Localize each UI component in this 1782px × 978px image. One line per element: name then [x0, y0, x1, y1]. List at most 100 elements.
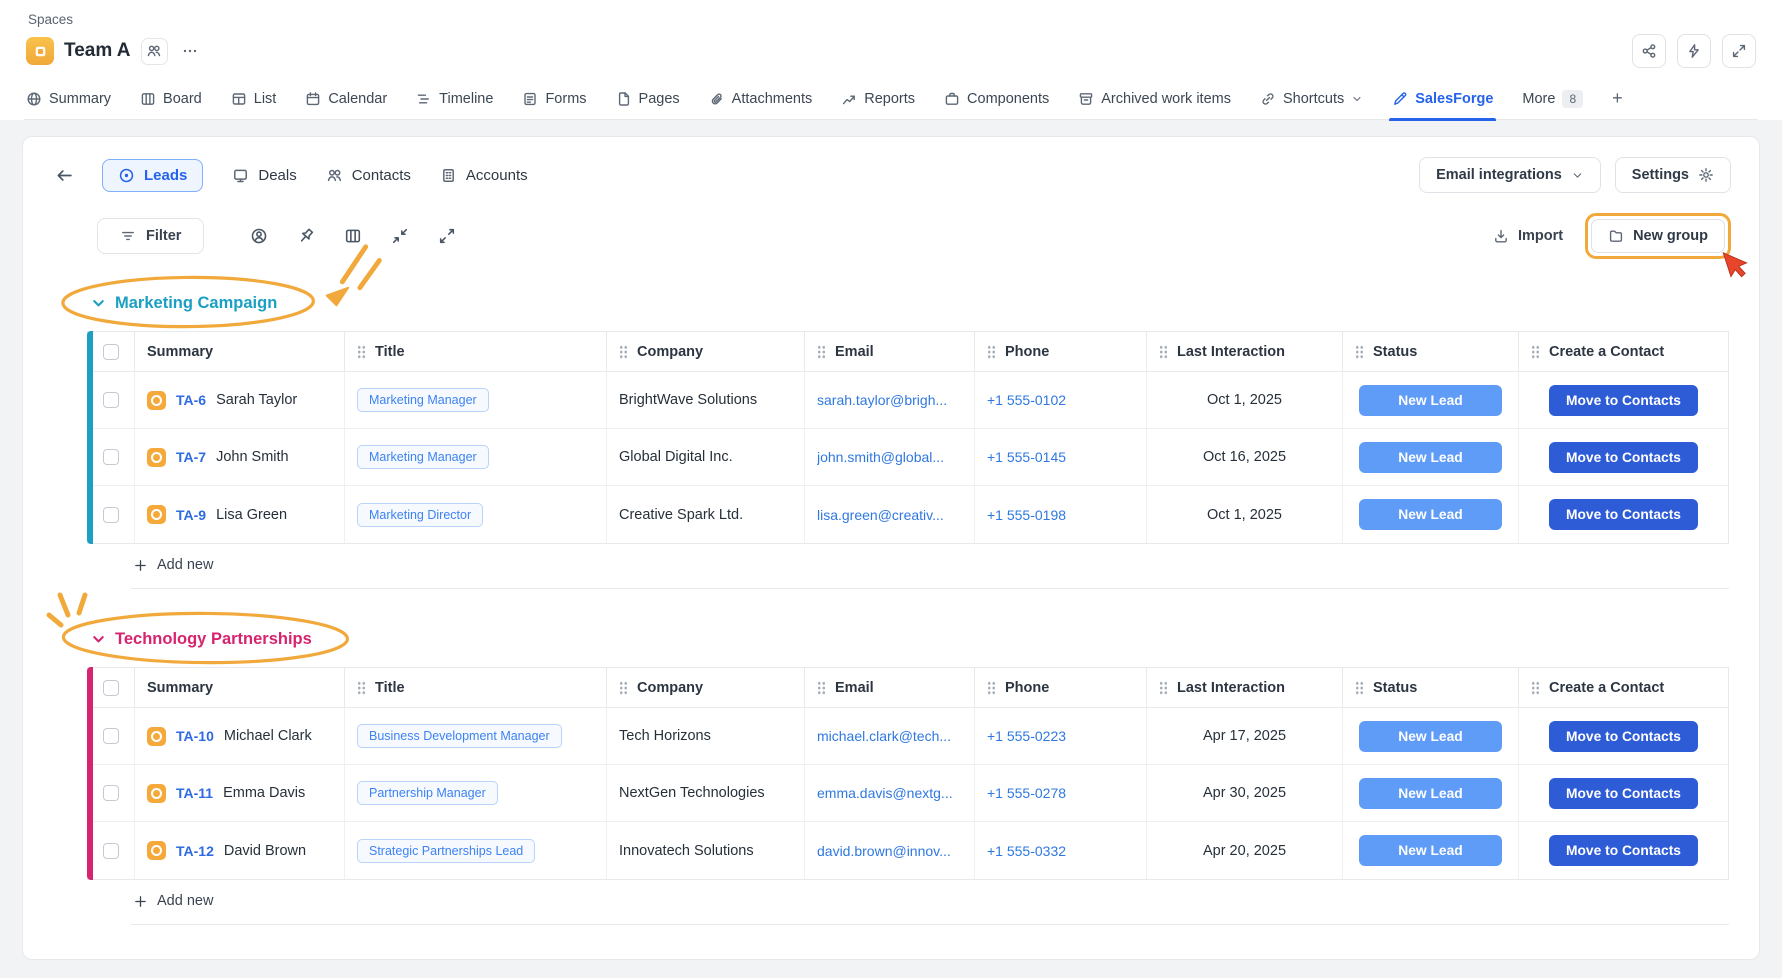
select-all-checkbox[interactable] — [103, 344, 119, 360]
tab-components[interactable]: Components — [944, 78, 1049, 120]
expand-view-button[interactable] — [436, 225, 458, 247]
new-group-button[interactable]: New group — [1591, 219, 1725, 253]
move-to-contacts-button[interactable]: Move to Contacts — [1549, 835, 1698, 866]
drag-handle-icon[interactable] — [357, 345, 366, 359]
new-lead-status-button[interactable]: New Lead — [1359, 385, 1502, 416]
crm-tab-deals[interactable]: Deals — [232, 167, 296, 184]
move-to-contacts-button[interactable]: Move to Contacts — [1549, 778, 1698, 809]
row-checkbox[interactable] — [103, 728, 119, 744]
phone-link[interactable]: +1 555-0332 — [987, 843, 1066, 859]
group-header[interactable]: Technology Partnerships — [87, 619, 322, 659]
column-header-summary[interactable]: Summary — [147, 680, 213, 696]
pin-button[interactable] — [295, 225, 317, 247]
back-button[interactable] — [51, 162, 78, 189]
email-integrations-button[interactable]: Email integrations — [1419, 157, 1601, 193]
column-header-summary[interactable]: Summary — [147, 344, 213, 360]
drag-handle-icon[interactable] — [357, 681, 366, 695]
add-new-button[interactable]: Add new — [131, 880, 1729, 925]
task-id[interactable]: TA-12 — [176, 843, 214, 859]
email-link[interactable]: michael.clark@tech... — [817, 728, 951, 744]
add-view-button[interactable]: + — [1612, 78, 1623, 120]
lead-name[interactable]: Lisa Green — [216, 507, 287, 523]
move-to-contacts-button[interactable]: Move to Contacts — [1549, 499, 1698, 530]
column-header-title[interactable]: Title — [375, 680, 405, 696]
phone-link[interactable]: +1 555-0223 — [987, 728, 1066, 744]
move-to-contacts-button[interactable]: Move to Contacts — [1549, 721, 1698, 752]
filter-button[interactable]: Filter — [97, 218, 204, 254]
task-id[interactable]: TA-10 — [176, 728, 214, 744]
row-checkbox[interactable] — [103, 392, 119, 408]
settings-button[interactable]: Settings — [1615, 157, 1731, 193]
email-link[interactable]: john.smith@global... — [817, 449, 944, 465]
new-lead-status-button[interactable]: New Lead — [1359, 499, 1502, 530]
drag-handle-icon[interactable] — [1531, 681, 1540, 695]
company-cell[interactable]: Tech Horizons — [606, 708, 804, 764]
row-checkbox[interactable] — [103, 507, 119, 523]
column-header-email[interactable]: Email — [835, 344, 874, 360]
tab-timeline[interactable]: Timeline — [416, 78, 493, 120]
email-link[interactable]: david.brown@innov... — [817, 843, 951, 859]
email-link[interactable]: emma.davis@nextg... — [817, 785, 953, 801]
drag-handle-icon[interactable] — [817, 681, 826, 695]
crm-tab-accounts[interactable]: Accounts — [440, 167, 528, 184]
new-lead-status-button[interactable]: New Lead — [1359, 721, 1502, 752]
tab-list[interactable]: List — [231, 78, 277, 120]
title-badge[interactable]: Marketing Manager — [357, 445, 489, 469]
email-link[interactable]: sarah.taylor@brigh... — [817, 392, 947, 408]
drag-handle-icon[interactable] — [1159, 345, 1168, 359]
lead-name[interactable]: David Brown — [224, 843, 306, 859]
email-link[interactable]: lisa.green@creativ... — [817, 507, 944, 523]
tab-pages[interactable]: Pages — [616, 78, 680, 120]
company-cell[interactable]: Innovatech Solutions — [606, 822, 804, 879]
drag-handle-icon[interactable] — [817, 345, 826, 359]
title-badge[interactable]: Strategic Partnerships Lead — [357, 839, 535, 863]
breadcrumb[interactable]: Spaces — [24, 10, 77, 34]
more-options-button[interactable] — [178, 39, 202, 63]
members-button[interactable] — [141, 38, 168, 65]
company-cell[interactable]: Global Digital Inc. — [606, 429, 804, 485]
task-id[interactable]: TA-11 — [176, 785, 213, 801]
lead-name[interactable]: John Smith — [216, 449, 289, 465]
tab-archived-work-items[interactable]: Archived work items — [1078, 78, 1231, 120]
task-id[interactable]: TA-6 — [176, 392, 206, 408]
columns-button[interactable] — [342, 225, 364, 247]
title-badge[interactable]: Partnership Manager — [357, 781, 498, 805]
drag-handle-icon[interactable] — [1159, 681, 1168, 695]
row-checkbox[interactable] — [103, 843, 119, 859]
new-lead-status-button[interactable]: New Lead — [1359, 835, 1502, 866]
lead-name[interactable]: Emma Davis — [223, 785, 305, 801]
drag-handle-icon[interactable] — [1355, 681, 1364, 695]
column-header-status[interactable]: Status — [1373, 680, 1417, 696]
me-mode-button[interactable] — [248, 225, 270, 247]
select-all-checkbox[interactable] — [103, 680, 119, 696]
tab-more[interactable]: More 8 — [1522, 78, 1583, 120]
new-lead-status-button[interactable]: New Lead — [1359, 778, 1502, 809]
column-header-create-a-contact[interactable]: Create a Contact — [1549, 344, 1664, 360]
tab-shortcuts[interactable]: Shortcuts — [1260, 78, 1363, 120]
phone-link[interactable]: +1 555-0102 — [987, 392, 1066, 408]
task-id[interactable]: TA-7 — [176, 449, 206, 465]
tab-attachments[interactable]: Attachments — [709, 78, 813, 120]
import-button[interactable]: Import — [1493, 228, 1563, 244]
row-checkbox[interactable] — [103, 785, 119, 801]
column-header-company[interactable]: Company — [637, 344, 703, 360]
title-badge[interactable]: Marketing Director — [357, 503, 483, 527]
drag-handle-icon[interactable] — [619, 681, 628, 695]
column-header-phone[interactable]: Phone — [1005, 344, 1049, 360]
column-header-title[interactable]: Title — [375, 344, 405, 360]
tab-forms[interactable]: Forms — [522, 78, 586, 120]
group-header[interactable]: Marketing Campaign — [87, 283, 287, 323]
drag-handle-icon[interactable] — [987, 681, 996, 695]
drag-handle-icon[interactable] — [1355, 345, 1364, 359]
fullscreen-button[interactable] — [1722, 34, 1756, 68]
lead-name[interactable]: Michael Clark — [224, 728, 312, 744]
drag-handle-icon[interactable] — [619, 345, 628, 359]
row-checkbox[interactable] — [103, 449, 119, 465]
company-cell[interactable]: Creative Spark Ltd. — [606, 486, 804, 543]
phone-link[interactable]: +1 555-0278 — [987, 785, 1066, 801]
tab-reports[interactable]: Reports — [841, 78, 915, 120]
automation-button[interactable] — [1677, 34, 1711, 68]
drag-handle-icon[interactable] — [1531, 345, 1540, 359]
drag-handle-icon[interactable] — [987, 345, 996, 359]
share-button[interactable] — [1632, 34, 1666, 68]
